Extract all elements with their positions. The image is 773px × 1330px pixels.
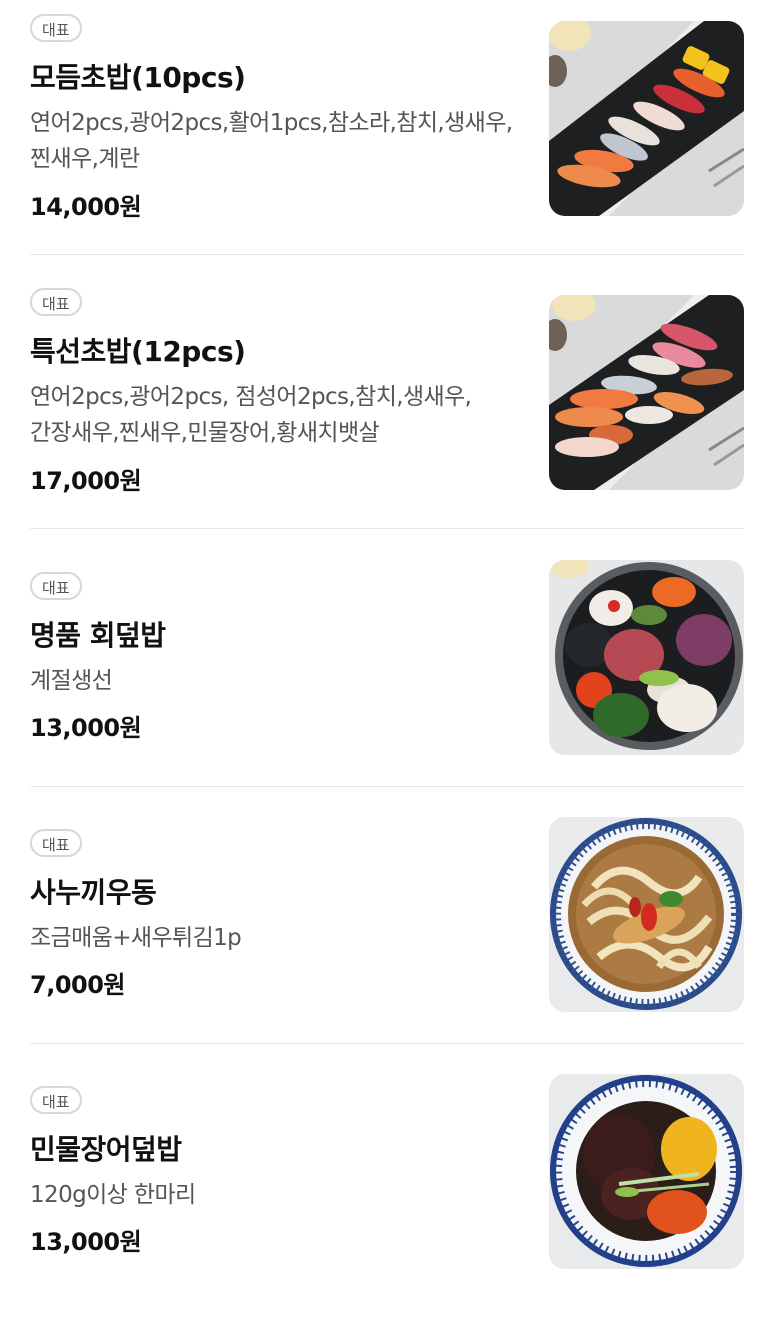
menu-item-description: 조금매움+새우튀김1p bbox=[30, 925, 242, 951]
menu-item[interactable]: 대표 모듬초밥(10pcs) 연어2pcs,광어2pcs,활어1pcs,참소라,… bbox=[0, 0, 773, 258]
eel-rice-bowl-image bbox=[549, 1074, 744, 1269]
premium-sushi-image bbox=[549, 295, 744, 490]
menu-item-price: 14,000원 bbox=[30, 193, 142, 221]
menu-item[interactable]: 대표 사누끼우동 조금매움+새우튀김1p 7,000원 bbox=[0, 815, 773, 1073]
menu-item[interactable]: 대표 특선초밥(12pcs) 연어2pcs,광어2pcs, 점성어2pcs,참치… bbox=[0, 274, 773, 532]
udon-bowl-image bbox=[549, 817, 744, 1012]
divider bbox=[30, 786, 744, 787]
sushi-platter-image bbox=[549, 21, 744, 216]
menu-item-name: 사누끼우동 bbox=[30, 876, 157, 909]
divider bbox=[30, 528, 744, 529]
menu-item-name: 모듬초밥(10pcs) bbox=[30, 61, 246, 94]
signature-badge: 대표 bbox=[30, 14, 82, 42]
menu-item-price: 13,000원 bbox=[30, 714, 142, 742]
menu-item-description: 120g이상 한마리 bbox=[30, 1182, 196, 1208]
menu-item-price: 17,000원 bbox=[30, 467, 142, 495]
menu-item-price: 13,000원 bbox=[30, 1228, 142, 1256]
menu-item-description: 연어2pcs,광어2pcs, 점성어2pcs,참치,생새우,간장새우,찐새우,민… bbox=[30, 384, 472, 446]
menu-item-name: 특선초밥(12pcs) bbox=[30, 335, 246, 368]
divider bbox=[30, 254, 744, 255]
signature-badge: 대표 bbox=[30, 1086, 82, 1114]
sashimi-rice-bowl-image bbox=[549, 560, 744, 755]
menu-item-description: 연어2pcs,광어2pcs,활어1pcs,참소라,참치,생새우,찐새우,계란 bbox=[30, 110, 513, 172]
menu-item-name: 민물장어덮밥 bbox=[30, 1133, 182, 1166]
menu-item-price: 7,000원 bbox=[30, 971, 126, 999]
signature-badge: 대표 bbox=[30, 829, 82, 857]
menu-item-name: 명품 회덮밥 bbox=[30, 619, 166, 652]
signature-badge: 대표 bbox=[30, 288, 82, 316]
menu-item-description: 계절생선 bbox=[30, 668, 113, 694]
menu-item[interactable]: 대표 명품 회덮밥 계절생선 13,000원 bbox=[0, 558, 773, 816]
signature-badge: 대표 bbox=[30, 572, 82, 600]
divider bbox=[30, 1043, 744, 1044]
menu-item[interactable]: 대표 민물장어덮밥 120g이상 한마리 13,000원 bbox=[0, 1072, 773, 1330]
